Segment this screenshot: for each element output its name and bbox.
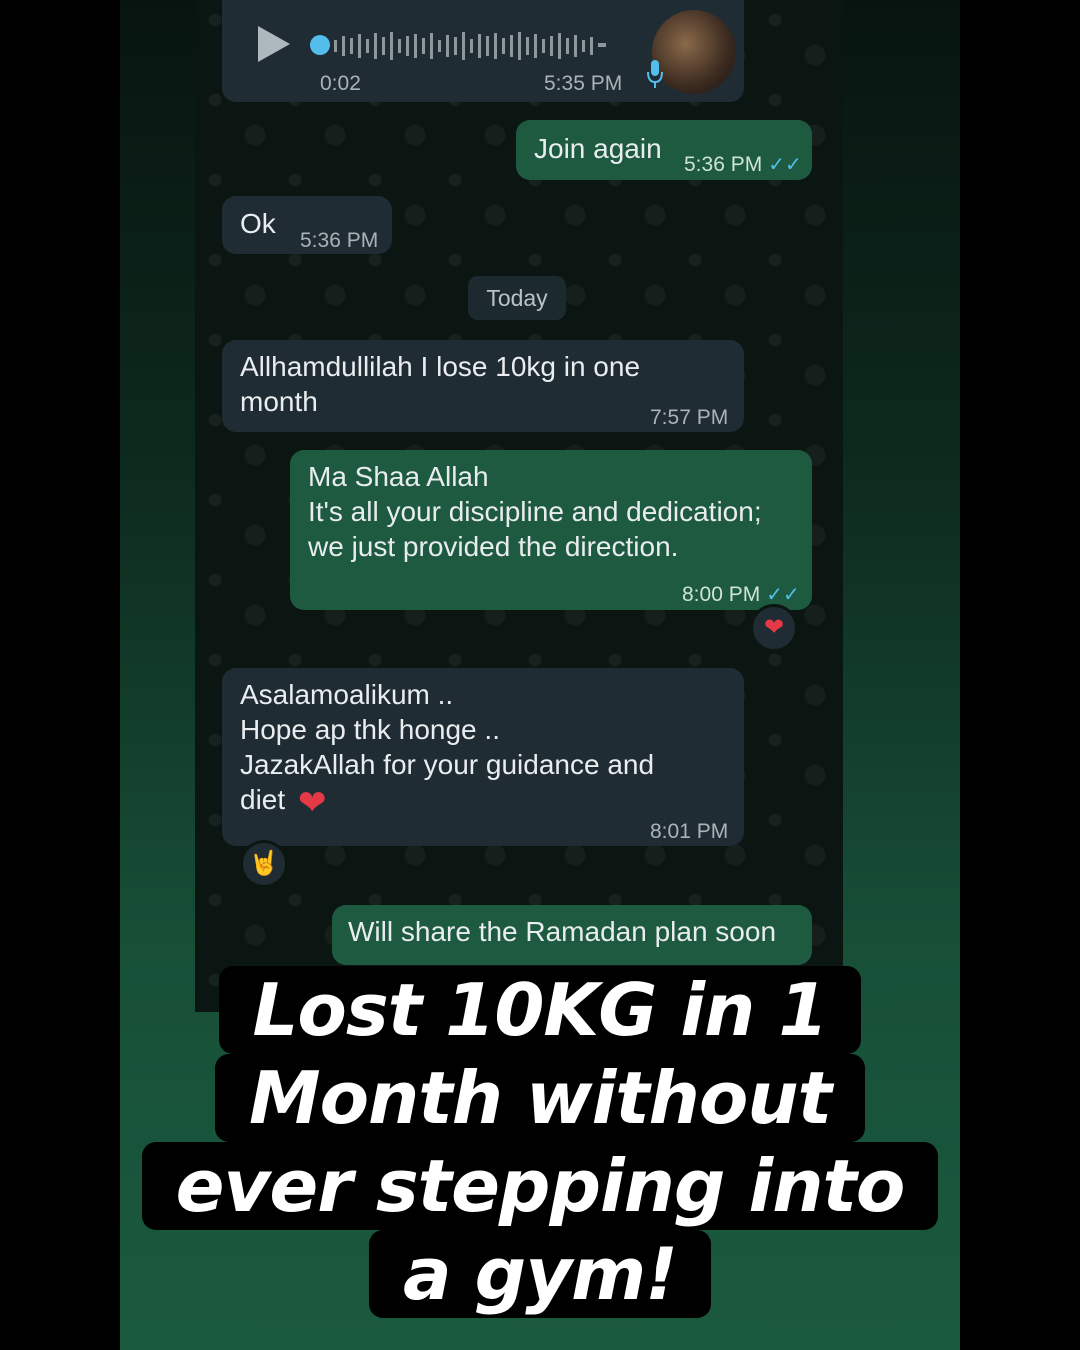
caption-overlay: Lost 10KG in 1 Month without ever steppi…: [0, 966, 1080, 1318]
message-time: 7:57 PM: [650, 406, 729, 429]
message-text: Will share the Ramadan plan soon: [348, 916, 777, 947]
rock-on-reaction-icon[interactable]: 🤘: [240, 840, 288, 888]
caption-line: ever stepping into: [141, 1142, 939, 1230]
microphone-icon: [647, 60, 663, 88]
message-text: Allhamdullilah I lose 10kg in one month: [240, 351, 641, 417]
message-outgoing[interactable]: Will share the Ramadan plan soon: [332, 905, 812, 965]
voice-duration: 0:02: [320, 72, 361, 95]
message-incoming[interactable]: Allhamdullilah I lose 10kg in one month …: [222, 340, 744, 432]
message-time: 5:36 PM: [300, 229, 379, 252]
message-incoming[interactable]: Ok 5:36 PM: [222, 196, 392, 254]
date-divider: Today: [468, 276, 566, 320]
message-time: 5:36 PM ✓✓: [684, 153, 802, 176]
avatar[interactable]: [652, 10, 736, 94]
message-outgoing[interactable]: Ma Shaa Allah It's all your discipline a…: [290, 450, 812, 610]
caption-line: a gym!: [369, 1230, 711, 1318]
message-incoming[interactable]: Asalamoalikum .. Hope ap thk honge .. Ja…: [222, 668, 744, 846]
caption-line: Lost 10KG in 1: [218, 966, 862, 1054]
voice-time: 5:35 PM: [544, 72, 623, 95]
message-time: 8:01 PM: [650, 820, 729, 843]
read-ticks-icon: ✓✓: [768, 154, 802, 176]
message-text: Ok: [240, 208, 276, 239]
message-outgoing[interactable]: Join again 5:36 PM ✓✓: [516, 120, 812, 180]
read-ticks-icon: ✓✓: [766, 584, 800, 606]
play-icon[interactable]: [258, 26, 290, 62]
heart-reaction-icon[interactable]: ❤: [750, 604, 798, 652]
caption-line: Month without: [214, 1054, 866, 1142]
waveform[interactable]: [312, 30, 618, 62]
message-text: Ma Shaa Allah It's all your discipline a…: [308, 461, 762, 562]
message-text: Join again: [534, 133, 662, 164]
heart-emoji-icon: ❤: [298, 784, 327, 822]
